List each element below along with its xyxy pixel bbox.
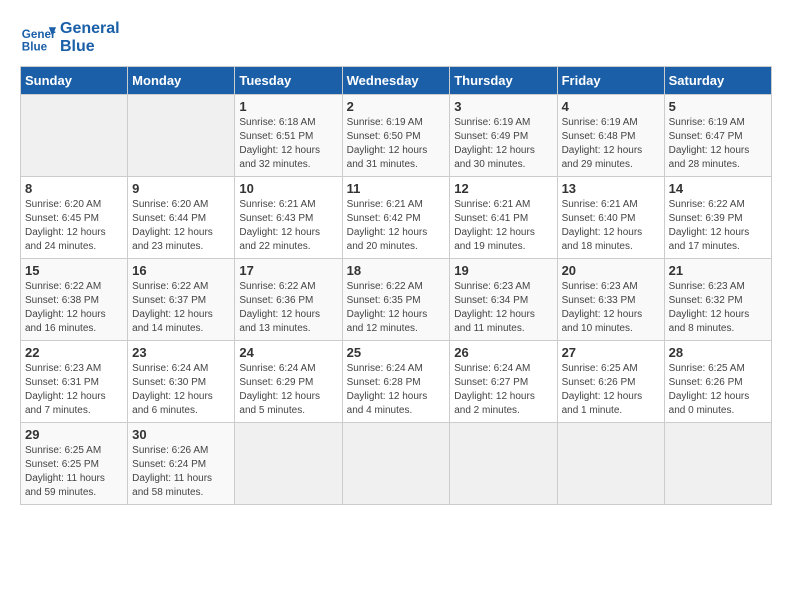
calendar-cell: 16Sunrise: 6:22 AMSunset: 6:37 PMDayligh… — [128, 259, 235, 341]
calendar-cell: 30Sunrise: 6:26 AMSunset: 6:24 PMDayligh… — [128, 423, 235, 505]
calendar-body: 1Sunrise: 6:18 AMSunset: 6:51 PMDaylight… — [21, 95, 772, 505]
calendar-cell — [450, 423, 557, 505]
calendar-cell: 18Sunrise: 6:22 AMSunset: 6:35 PMDayligh… — [342, 259, 450, 341]
calendar-cell: 9Sunrise: 6:20 AMSunset: 6:44 PMDaylight… — [128, 177, 235, 259]
weekday-sunday: Sunday — [21, 67, 128, 95]
calendar-cell: 5Sunrise: 6:19 AMSunset: 6:47 PMDaylight… — [664, 95, 771, 177]
calendar-cell: 19Sunrise: 6:23 AMSunset: 6:34 PMDayligh… — [450, 259, 557, 341]
calendar-cell: 24Sunrise: 6:24 AMSunset: 6:29 PMDayligh… — [235, 341, 342, 423]
calendar-table: SundayMondayTuesdayWednesdayThursdayFrid… — [20, 66, 772, 505]
calendar-cell: 20Sunrise: 6:23 AMSunset: 6:33 PMDayligh… — [557, 259, 664, 341]
calendar-cell: 12Sunrise: 6:21 AMSunset: 6:41 PMDayligh… — [450, 177, 557, 259]
calendar-cell: 27Sunrise: 6:25 AMSunset: 6:26 PMDayligh… — [557, 341, 664, 423]
calendar-cell: 28Sunrise: 6:25 AMSunset: 6:26 PMDayligh… — [664, 341, 771, 423]
weekday-wednesday: Wednesday — [342, 67, 450, 95]
calendar-cell — [128, 95, 235, 177]
weekday-tuesday: Tuesday — [235, 67, 342, 95]
calendar-cell: 22Sunrise: 6:23 AMSunset: 6:31 PMDayligh… — [21, 341, 128, 423]
calendar-cell — [342, 423, 450, 505]
logo-text: General — [60, 20, 120, 37]
calendar-cell: 29Sunrise: 6:25 AMSunset: 6:25 PMDayligh… — [21, 423, 128, 505]
calendar-cell: 10Sunrise: 6:21 AMSunset: 6:43 PMDayligh… — [235, 177, 342, 259]
calendar-cell: 21Sunrise: 6:23 AMSunset: 6:32 PMDayligh… — [664, 259, 771, 341]
calendar-cell: 26Sunrise: 6:24 AMSunset: 6:27 PMDayligh… — [450, 341, 557, 423]
calendar-cell: 17Sunrise: 6:22 AMSunset: 6:36 PMDayligh… — [235, 259, 342, 341]
calendar-cell: 23Sunrise: 6:24 AMSunset: 6:30 PMDayligh… — [128, 341, 235, 423]
weekday-monday: Monday — [128, 67, 235, 95]
calendar-cell: 3Sunrise: 6:19 AMSunset: 6:49 PMDaylight… — [450, 95, 557, 177]
weekday-header-row: SundayMondayTuesdayWednesdayThursdayFrid… — [21, 67, 772, 95]
weekday-thursday: Thursday — [450, 67, 557, 95]
calendar-cell — [235, 423, 342, 505]
calendar-week-1: 1Sunrise: 6:18 AMSunset: 6:51 PMDaylight… — [21, 95, 772, 177]
calendar-cell: 4Sunrise: 6:19 AMSunset: 6:48 PMDaylight… — [557, 95, 664, 177]
calendar-cell: 25Sunrise: 6:24 AMSunset: 6:28 PMDayligh… — [342, 341, 450, 423]
calendar-week-2: 8Sunrise: 6:20 AMSunset: 6:45 PMDaylight… — [21, 177, 772, 259]
logo-blue: Blue — [60, 38, 120, 56]
calendar-cell: 8Sunrise: 6:20 AMSunset: 6:45 PMDaylight… — [21, 177, 128, 259]
calendar-week-3: 15Sunrise: 6:22 AMSunset: 6:38 PMDayligh… — [21, 259, 772, 341]
calendar-cell: 1Sunrise: 6:18 AMSunset: 6:51 PMDaylight… — [235, 95, 342, 177]
calendar-cell — [557, 423, 664, 505]
weekday-saturday: Saturday — [664, 67, 771, 95]
calendar-cell: 14Sunrise: 6:22 AMSunset: 6:39 PMDayligh… — [664, 177, 771, 259]
page-header: General Blue General Blue — [20, 20, 772, 56]
calendar-cell: 13Sunrise: 6:21 AMSunset: 6:40 PMDayligh… — [557, 177, 664, 259]
svg-text:Blue: Blue — [22, 41, 48, 54]
logo-icon: General Blue — [20, 20, 56, 56]
calendar-week-5: 29Sunrise: 6:25 AMSunset: 6:25 PMDayligh… — [21, 423, 772, 505]
calendar-cell — [21, 95, 128, 177]
calendar-cell: 2Sunrise: 6:19 AMSunset: 6:50 PMDaylight… — [342, 95, 450, 177]
logo: General Blue General Blue — [20, 20, 120, 56]
calendar-cell: 11Sunrise: 6:21 AMSunset: 6:42 PMDayligh… — [342, 177, 450, 259]
calendar-cell: 15Sunrise: 6:22 AMSunset: 6:38 PMDayligh… — [21, 259, 128, 341]
weekday-friday: Friday — [557, 67, 664, 95]
calendar-week-4: 22Sunrise: 6:23 AMSunset: 6:31 PMDayligh… — [21, 341, 772, 423]
calendar-cell — [664, 423, 771, 505]
